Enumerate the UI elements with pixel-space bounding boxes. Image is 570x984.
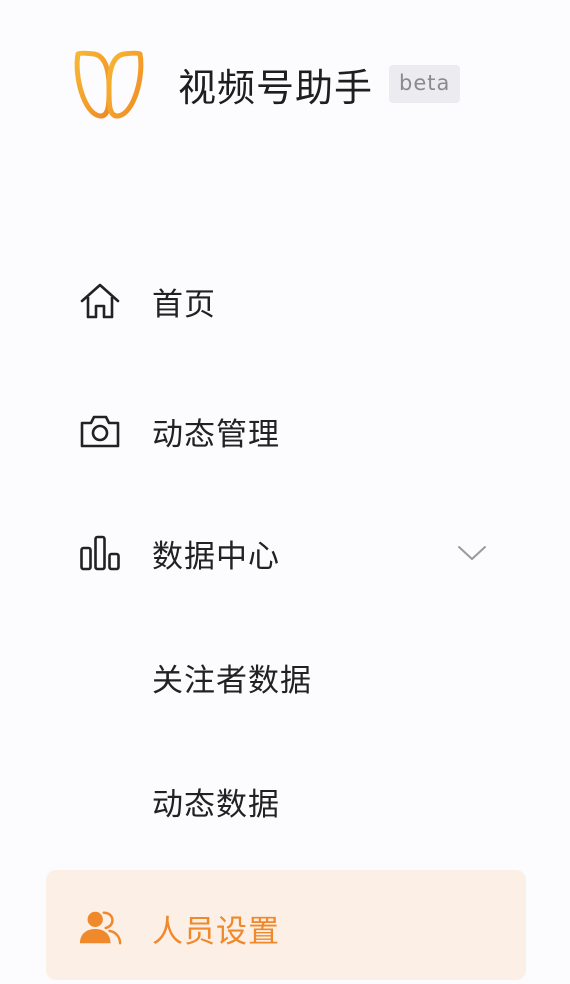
submenu-item-post-data[interactable]: 动态数据 bbox=[0, 766, 570, 836]
menu-label-members: 人员设置 bbox=[152, 913, 280, 950]
bar-chart-icon bbox=[78, 531, 122, 575]
app-logo-icon bbox=[74, 50, 144, 119]
users-icon bbox=[78, 906, 122, 950]
menu-label-post-data: 动态数据 bbox=[152, 786, 280, 823]
camera-icon bbox=[78, 409, 122, 453]
home-icon bbox=[78, 279, 122, 323]
menu-item-posts[interactable]: 动态管理 bbox=[0, 396, 570, 466]
menu-item-home[interactable]: 首页 bbox=[0, 266, 570, 336]
menu-label-followers-data: 关注者数据 bbox=[152, 662, 312, 699]
menu-label-home: 首页 bbox=[152, 286, 216, 323]
app-title: 视频号助手 bbox=[178, 65, 374, 110]
menu-item-members[interactable]: 人员设置 bbox=[0, 893, 570, 963]
chevron-down-icon[interactable] bbox=[456, 543, 488, 563]
menu-label-posts: 动态管理 bbox=[152, 416, 280, 453]
sidebar: 视频号助手 beta 首页 动态管理 数据中心 关注者数据 动态数据 人员设置 bbox=[0, 0, 570, 984]
menu-item-data-center[interactable]: 数据中心 bbox=[0, 518, 570, 588]
app-header: 视频号助手 beta bbox=[70, 44, 461, 124]
submenu-item-followers-data[interactable]: 关注者数据 bbox=[0, 642, 570, 712]
beta-badge: beta bbox=[389, 65, 461, 103]
menu-label-data-center: 数据中心 bbox=[152, 538, 280, 575]
